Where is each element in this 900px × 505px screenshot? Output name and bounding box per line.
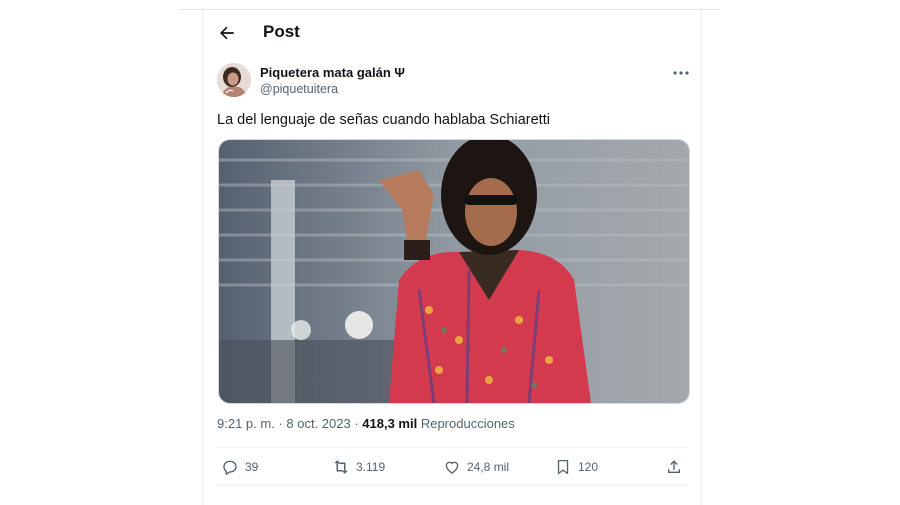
reply-count: 39 [245,460,259,474]
bookmark-count: 120 [578,460,599,474]
post-column: Post Piquetera mata galán Ψ @piquetuiter… [202,10,702,505]
like-count: 24,8 mil [467,460,510,474]
share-button[interactable] [665,457,683,477]
reply-icon [223,460,237,475]
reply-button[interactable]: 39 [221,457,258,477]
like-button[interactable]: 24,8 mil [443,457,509,477]
page-title: Post [263,22,300,41]
post-header: Post [203,10,701,54]
divider [217,485,687,486]
repost-button[interactable]: 3.119 [332,457,385,477]
bookmark-button[interactable]: 120 [554,457,598,477]
post-meta: 9:21 p. m. · 8 oct. 2023 · 418,3 mil Rep… [217,416,515,431]
post-date[interactable]: 8 oct. 2023 [286,416,350,431]
repost-icon [334,460,348,474]
repost-count: 3.119 [356,460,386,474]
post-image[interactable] [218,139,690,404]
arrow-left-icon[interactable] [217,23,237,43]
views-label: Reproducciones [420,416,515,431]
share-icon [668,460,680,473]
author-handle[interactable]: @piquetuitera [260,82,338,96]
post-text: La del lenguaje de señas cuando hablaba … [217,112,550,128]
divider [217,447,687,448]
author-name[interactable]: Piquetera mata galán Ψ [260,65,405,80]
post-time[interactable]: 9:21 p. m. [217,416,275,431]
more-options-icon[interactable] [671,68,691,78]
heart-icon [445,461,459,474]
avatar[interactable] [217,63,251,97]
meta-separator: · [274,416,287,431]
views-count: 418,3 mil [362,416,418,431]
meta-separator: · [350,416,363,431]
bookmark-icon [557,459,569,475]
